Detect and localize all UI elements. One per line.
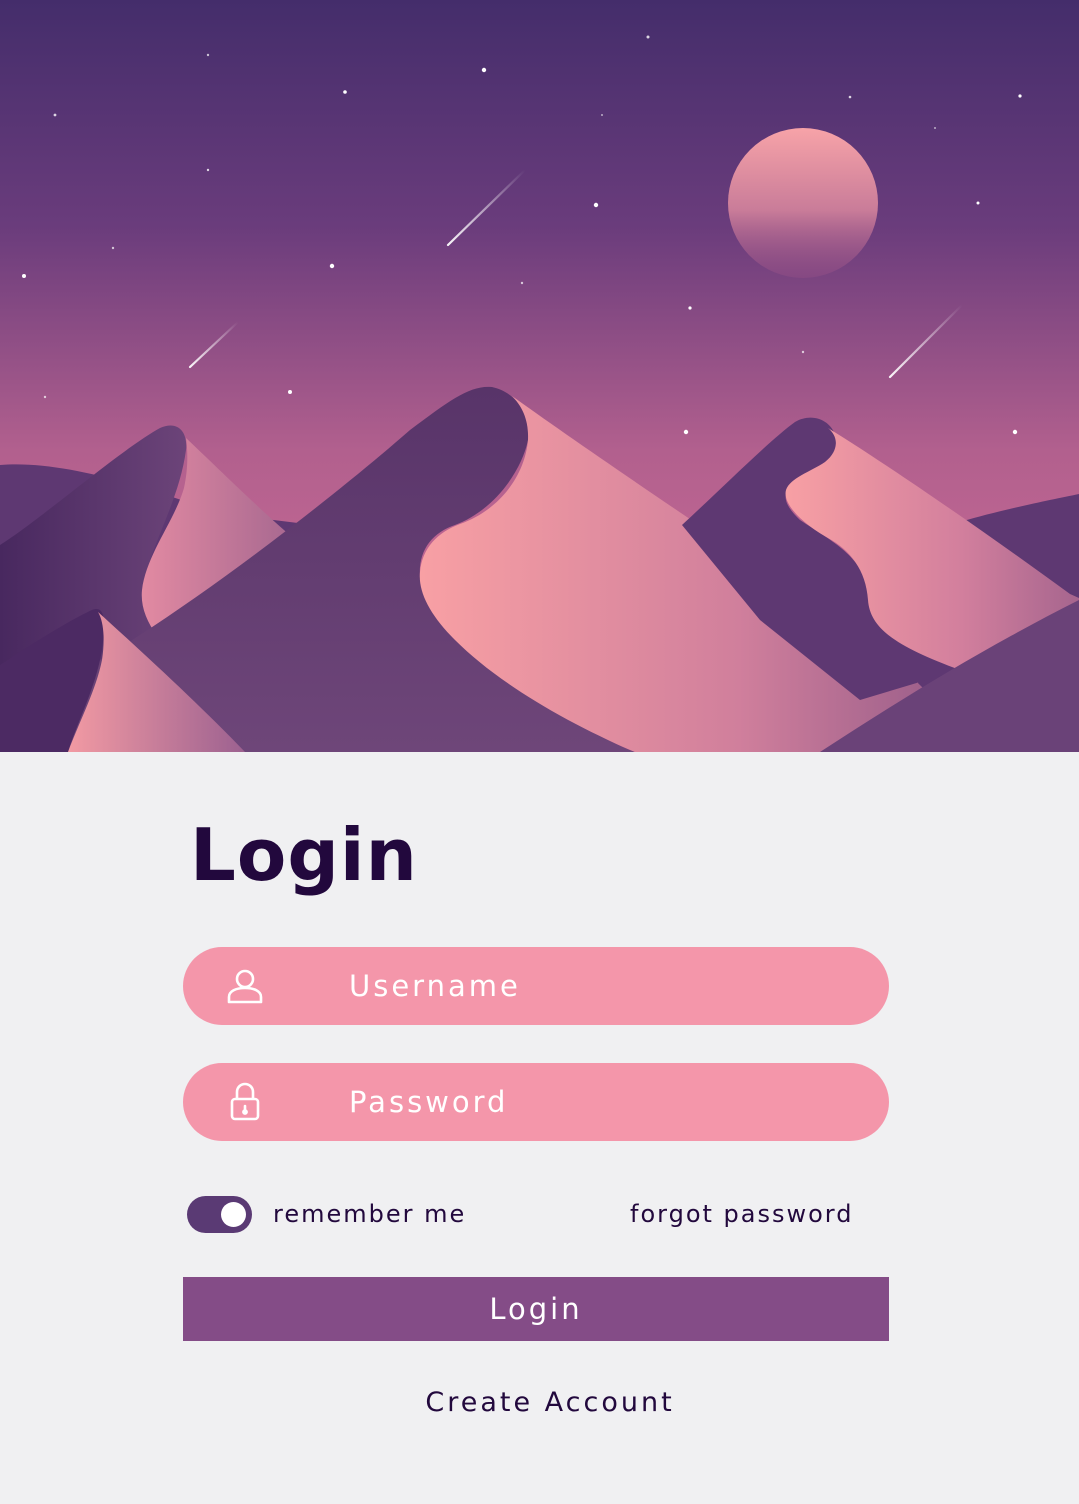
page-title: Login <box>190 813 418 897</box>
lock-icon <box>225 1082 265 1122</box>
forgot-password-link[interactable]: forgot password <box>630 1196 853 1233</box>
user-icon <box>225 966 265 1006</box>
remember-me-toggle[interactable] <box>187 1196 252 1233</box>
login-page: Login Username Password remember me forg… <box>0 0 1079 1504</box>
login-button[interactable]: Login <box>183 1277 889 1341</box>
remember-me-label: remember me <box>273 1200 467 1228</box>
username-placeholder: Username <box>349 969 521 1003</box>
moon <box>728 128 878 278</box>
desert-night-illustration <box>0 0 1079 752</box>
username-field[interactable]: Username <box>183 947 889 1025</box>
password-field[interactable]: Password <box>183 1063 889 1141</box>
toggle-knob <box>221 1202 246 1227</box>
create-account-link[interactable]: Create Account <box>300 1381 800 1425</box>
password-placeholder: Password <box>349 1085 509 1119</box>
